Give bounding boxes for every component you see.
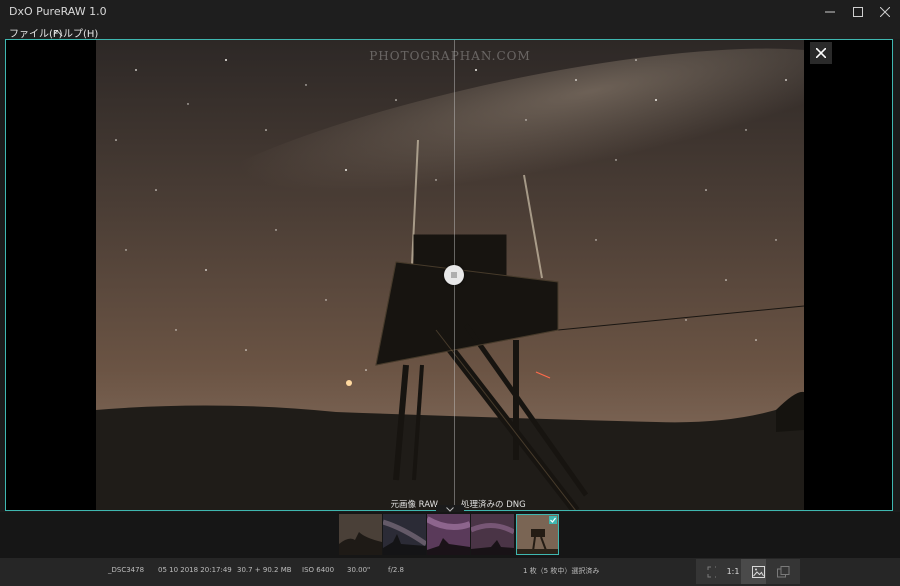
filmstrip [0, 512, 900, 558]
menu-help[interactable]: ヘルプ(H) [53, 25, 98, 40]
minimize-icon [825, 11, 835, 13]
close-icon [880, 7, 890, 17]
split-handle-icon [451, 272, 457, 278]
close-icon [816, 48, 826, 58]
check-icon [550, 517, 556, 523]
menu-bar: ファイル(F) ヘルプ(H) [0, 24, 900, 40]
side-by-side-button[interactable] [766, 559, 800, 584]
zoom-label: 1:1 [726, 567, 740, 576]
thumbnail-4[interactable] [471, 514, 514, 555]
thumbnail-3[interactable] [427, 514, 470, 555]
status-bar: _DSC3478 05 10 2018 20:17:49 30.7 + 90.2… [0, 558, 900, 586]
maximize-icon [853, 7, 863, 17]
split-view-icon [751, 565, 765, 578]
maximize-button[interactable] [843, 0, 873, 24]
original-raw-label: 元画像 RAW [390, 500, 438, 510]
chevron-down-icon [446, 506, 454, 512]
status-datetime: 05 10 2018 20:17:49 [158, 566, 232, 574]
comparison-viewer[interactable]: PHOTOGRAPHAN.COM [5, 39, 893, 511]
thumbnail-1[interactable] [339, 514, 382, 555]
status-shutter: 30.00" [347, 566, 371, 574]
selection-count: 1 枚（5 枚中）選択済み [523, 567, 600, 575]
side-by-side-icon [776, 565, 789, 577]
close-preview-button[interactable] [810, 42, 832, 64]
status-filesize: 30.7 + 90.2 MB [237, 566, 292, 574]
thumbnail-2[interactable] [383, 514, 426, 555]
window-title: DxO PureRAW 1.0 [9, 5, 107, 18]
watermark: PHOTOGRAPHAN.COM [369, 49, 531, 63]
minimize-button[interactable] [815, 0, 845, 24]
title-bar: DxO PureRAW 1.0 [0, 0, 900, 24]
split-handle[interactable] [444, 265, 464, 285]
status-filename: _DSC3478 [108, 566, 145, 574]
selected-check [549, 516, 557, 524]
status-aperture: f/2.8 [388, 566, 404, 574]
processed-dng-label: 処理済みの DNG [461, 500, 526, 510]
status-iso: ISO 6400 [302, 566, 335, 574]
window-close-button[interactable] [870, 0, 900, 24]
thumbnail-5-selected[interactable] [516, 514, 559, 555]
